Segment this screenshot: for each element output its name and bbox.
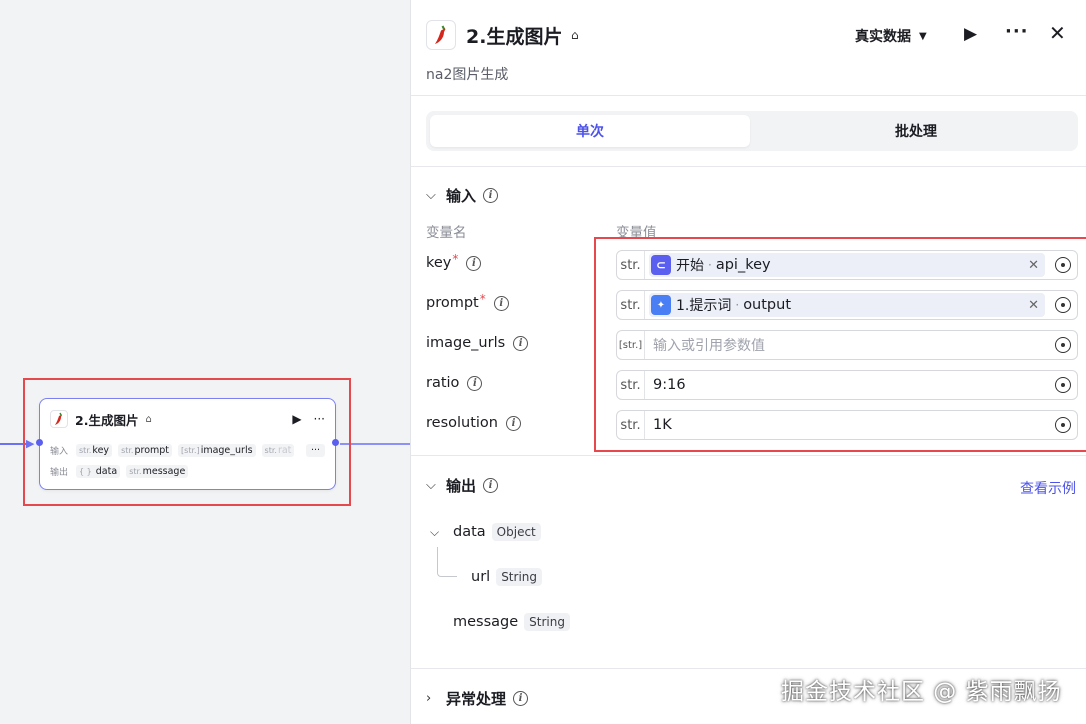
image-gen-node[interactable]: 2.生成图片 ⌂ ▶ ··· 输入 str. key str. prompt [st… (36, 398, 339, 490)
info-icon[interactable]: i (467, 375, 483, 391)
info-icon[interactable]: i (493, 295, 509, 311)
input-chip-prompt: str. prompt (118, 443, 173, 457)
inputs-label: 输入 (50, 446, 69, 457)
error-section-title: 异常处理 (446, 690, 507, 708)
info-icon[interactable]: i (483, 188, 499, 203)
input-chip-ratio: str. rat (261, 443, 295, 457)
run-icon[interactable]: ▶ (964, 24, 977, 44)
type-tag: Object (491, 523, 541, 541)
info-icon[interactable]: i (466, 255, 482, 271)
panel-title: 2.生成图片 (466, 26, 563, 48)
plugin-icon: ⌂ (571, 28, 579, 42)
tab-batch[interactable]: 批处理 (756, 115, 1076, 147)
caret-down-icon: ▼ (919, 30, 927, 42)
output-section-title: 输出 (446, 477, 477, 495)
outputs-label: 输出 (50, 467, 69, 478)
view-example-link[interactable]: 查看示例 (1020, 478, 1076, 498)
close-icon[interactable]: ✕ (1049, 21, 1066, 45)
node-inputs-row: 输入 str. key str. prompt [str.] image_urls s… (50, 442, 325, 458)
error-section-header[interactable]: › 异常处理 i (426, 688, 529, 709)
plugin-icon: ⌂ (145, 413, 152, 425)
output-field-message: message String (453, 613, 570, 631)
info-icon[interactable]: i (483, 478, 499, 493)
info-icon[interactable]: i (513, 691, 529, 706)
node-run-icon[interactable]: ▶ (292, 412, 301, 426)
input-section-title: 输入 (446, 187, 477, 205)
type-tag: String (496, 568, 542, 586)
input-port[interactable] (36, 439, 43, 446)
inputs-highlight-box (594, 237, 1086, 452)
var-name-resolution: resolution i (426, 415, 521, 431)
output-section-header[interactable]: ⌵ 输出 i (426, 475, 499, 496)
chevron-right-icon: › (426, 691, 432, 706)
info-icon[interactable]: i (505, 415, 521, 431)
input-section-header[interactable]: ⌵ 输入 i (426, 185, 499, 206)
var-name-image-urls: image_urls i (426, 335, 529, 351)
data-mode-dropdown[interactable]: 真实数据 ▼ (855, 26, 927, 46)
node-outputs-row: 输出 { } data str. message (50, 463, 325, 479)
node-title: 2.生成图片 (75, 412, 139, 428)
chevron-down-icon: ⌵ (426, 188, 436, 203)
var-name-key: key * i (426, 252, 482, 271)
chili-logo-icon (426, 20, 456, 50)
divider (411, 668, 1086, 669)
output-chip-message: str. message (126, 464, 189, 478)
output-field-url: url String (471, 568, 542, 586)
tab-single[interactable]: 单次 (430, 115, 750, 147)
divider (411, 166, 1086, 167)
chevron-down-icon: ⌵ (426, 478, 436, 493)
run-mode-tabs: 单次 批处理 (426, 111, 1078, 151)
output-field-data: data Object (453, 523, 541, 541)
more-icon[interactable]: ··· (1005, 21, 1029, 42)
divider (411, 455, 1086, 456)
column-header-name: 变量名 (426, 225, 467, 241)
tree-connector (437, 547, 457, 577)
output-port[interactable] (332, 439, 339, 446)
panel-header: 2.生成图片 ⌂ na2图片生成 真实数据 ▼ ▶ ··· ✕ (411, 0, 1086, 96)
info-icon[interactable]: i (513, 335, 529, 351)
chevron-down-icon[interactable]: ⌵ (430, 525, 439, 540)
chili-logo-icon (50, 410, 68, 428)
watermark: 掘金技术社区 @ 紫雨飘扬 (781, 679, 1062, 705)
var-name-prompt: prompt * i (426, 292, 509, 311)
workflow-canvas[interactable]: ▶ 2.生成图片 ⌂ ▶ ··· 输入 str. key str. prompt [… (0, 0, 410, 724)
input-chip-key: str. key (76, 443, 113, 457)
panel-description: na2图片生成 (426, 67, 509, 83)
output-chip-data: { } data (76, 464, 121, 478)
var-name-ratio: ratio i (426, 375, 483, 391)
node-more-icon[interactable]: ··· (314, 412, 325, 426)
inputs-more-chip[interactable]: ··· (305, 443, 325, 457)
type-tag: String (524, 613, 570, 631)
data-mode-label: 真实数据 (855, 29, 911, 45)
node-config-panel: 2.生成图片 ⌂ na2图片生成 真实数据 ▼ ▶ ··· ✕ 单次 批处理 ⌵… (410, 0, 1086, 724)
input-chip-image-urls: [str.] image_urls (178, 443, 256, 457)
